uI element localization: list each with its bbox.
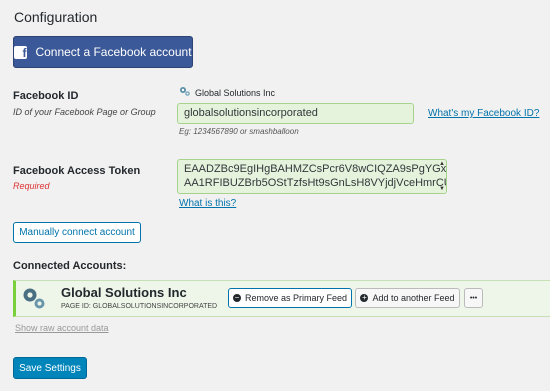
gears-icon [179, 86, 191, 100]
add-to-another-feed-label: Add to another Feed [372, 293, 455, 303]
page-name: Global Solutions Inc [195, 88, 276, 98]
remove-primary-feed-button[interactable]: − Remove as Primary Feed [228, 288, 352, 308]
connect-facebook-button[interactable]: f Connect a Facebook account [13, 36, 193, 68]
scroll-down-icon[interactable]: ▼ [439, 186, 445, 192]
facebook-id-input[interactable]: globalsolutionsincorporated [177, 103, 414, 124]
save-settings-button[interactable]: Save Settings [13, 357, 87, 379]
what-is-this-link[interactable]: What is this? [179, 198, 236, 209]
access-token-label: Facebook Access Token [13, 165, 141, 177]
required-label: Required [13, 181, 50, 191]
show-raw-account-data-link[interactable]: Show raw account data [15, 323, 109, 333]
more-options-button[interactable]: ••• [464, 288, 483, 308]
access-token-line-1: EAADZBc9EgIHgBAHMZCsPcr6V8wCIQZA9sPgYGxN… [184, 163, 446, 175]
whats-my-facebook-id-link[interactable]: What's my Facebook ID? [428, 108, 539, 119]
account-name: Global Solutions Inc [61, 285, 187, 300]
plus-circle-icon: + [360, 293, 369, 302]
manual-connect-button[interactable]: Manually connect account [13, 222, 141, 243]
page-name-row: Global Solutions Inc [179, 86, 275, 100]
add-to-another-feed-button[interactable]: + Add to another Feed [355, 288, 460, 308]
account-page-id: PAGE ID: GLOBALSOLUTIONSINCORPORATED [61, 303, 218, 310]
access-token-line-2: AA1RFIBUZBrb5OStTzfsHt9sGnLsH8VYjdjVceHm… [184, 177, 446, 189]
textarea-scrollbar[interactable]: ▲ ▼ [439, 161, 445, 192]
facebook-id-sublabel: ID of your Facebook Page or Group [13, 107, 156, 117]
facebook-icon: f [14, 45, 28, 59]
connected-account-card: Global Solutions Inc PAGE ID: GLOBALSOLU… [13, 280, 550, 317]
minus-circle-icon: − [232, 293, 241, 302]
scroll-up-icon[interactable]: ▲ [439, 161, 445, 167]
remove-primary-feed-label: Remove as Primary Feed [244, 293, 348, 303]
facebook-id-value: globalsolutionsincorporated [184, 107, 318, 119]
facebook-id-example: Eg: 1234567890 or smashballoon [179, 127, 299, 136]
account-gears-icon [21, 286, 47, 315]
section-title: Configuration [14, 9, 98, 25]
access-token-textarea[interactable]: EAADZBc9EgIHgBAHMZCsPcr6V8wCIQZA9sPgYGxN… [177, 159, 447, 194]
connected-accounts-heading: Connected Accounts: [13, 260, 127, 272]
facebook-id-label: Facebook ID [13, 90, 79, 102]
connect-facebook-label: Connect a Facebook account [35, 45, 192, 59]
